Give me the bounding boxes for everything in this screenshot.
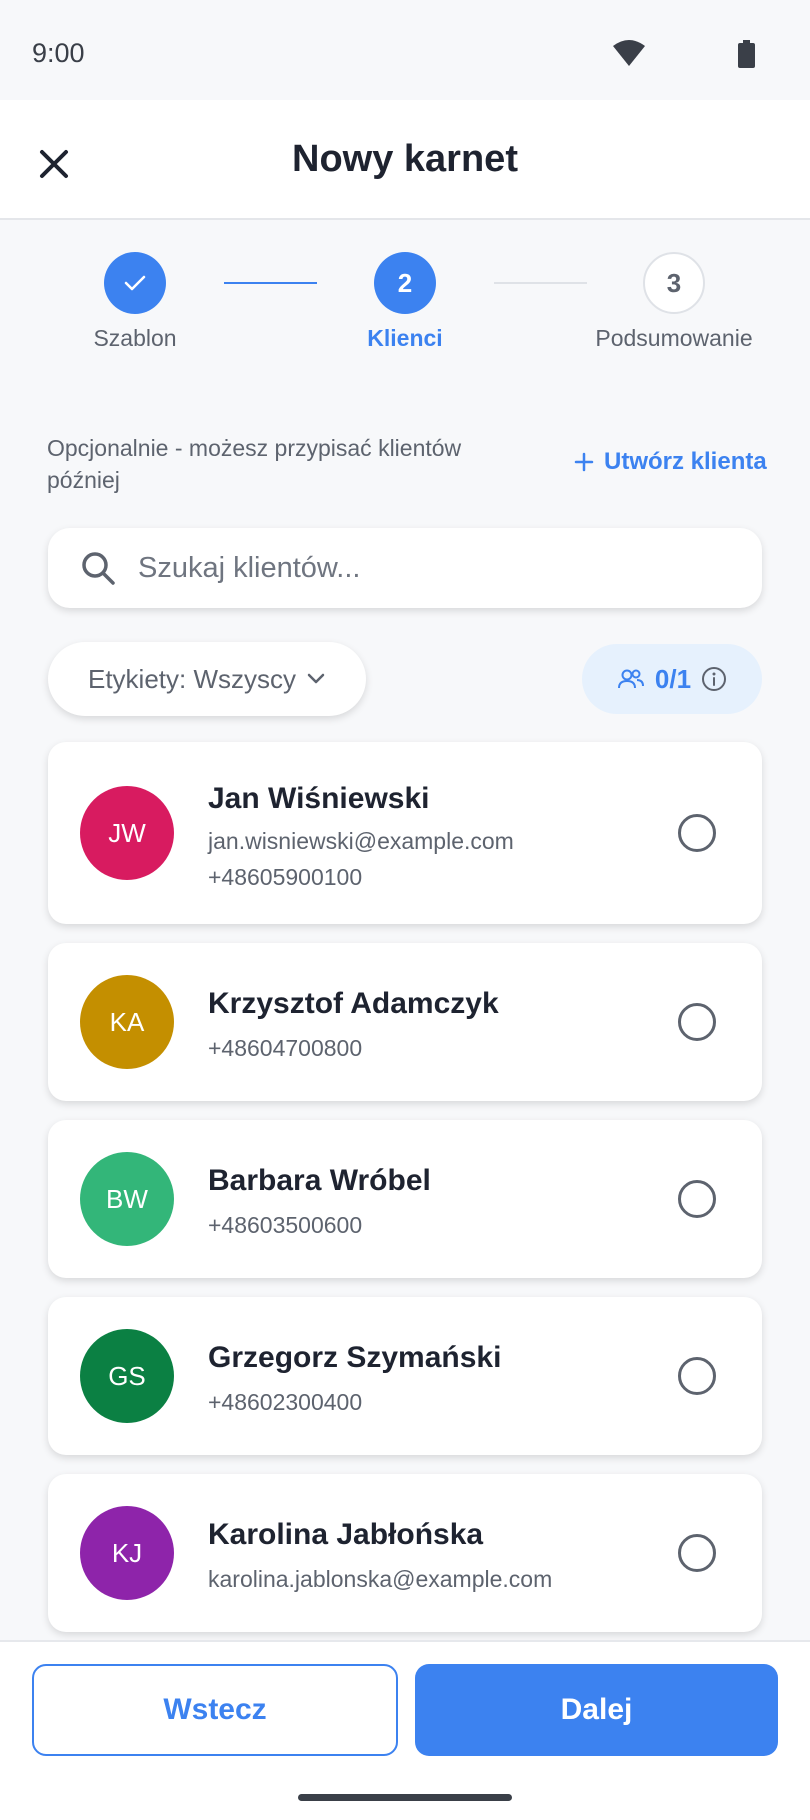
step-1-circle bbox=[104, 252, 166, 314]
avatar: KA bbox=[80, 975, 174, 1069]
client-name: Jan Wiśniewski bbox=[208, 782, 430, 815]
select-radio[interactable] bbox=[678, 1003, 716, 1041]
avatar: GS bbox=[80, 1329, 174, 1423]
client-name: Krzysztof Adamczyk bbox=[208, 987, 499, 1020]
client-phone: +48605900100 bbox=[208, 864, 363, 890]
status-time: 9:00 bbox=[32, 38, 85, 68]
chevron-down-icon bbox=[307, 673, 325, 684]
selection-count: 0/1 bbox=[654, 663, 692, 694]
users-icon bbox=[617, 669, 644, 689]
status-bar: 9:00 bbox=[0, 0, 810, 100]
avatar: BW bbox=[80, 1152, 174, 1246]
client-card-2[interactable]: KA Krzysztof Adamczyk +48604700800 bbox=[48, 943, 762, 1101]
select-radio[interactable] bbox=[678, 1180, 716, 1218]
plus-icon bbox=[574, 452, 594, 472]
client-phone: +48602300400 bbox=[208, 1389, 363, 1415]
optional-hint: Opcjonalnie - możesz przypisać klientów … bbox=[47, 435, 462, 493]
client-card-5[interactable]: KJ Karolina Jabłońska karolina.jablonska… bbox=[48, 1474, 762, 1632]
bottom-action-bar: Wstecz Dalej bbox=[0, 1640, 810, 1820]
tags-filter-label: Etykiety: Wszyscy bbox=[87, 663, 296, 694]
back-button[interactable]: Wstecz bbox=[32, 1664, 398, 1756]
search-icon bbox=[82, 552, 115, 585]
client-email: jan.wisniewski@example.com bbox=[208, 828, 514, 854]
avatar: JW bbox=[80, 786, 174, 880]
home-indicator[interactable] bbox=[298, 1794, 512, 1801]
client-phone: +48604700800 bbox=[208, 1035, 363, 1061]
step-2-circle: 2 bbox=[374, 252, 436, 314]
client-card-4[interactable]: GS Grzegorz Szymański +48602300400 bbox=[48, 1297, 762, 1455]
step-connector-1 bbox=[224, 282, 317, 284]
step-1-label: Szablon bbox=[93, 325, 177, 351]
info-icon bbox=[702, 667, 727, 691]
page-title: Nowy karnet bbox=[292, 138, 518, 180]
create-client-label: Utwórz klienta bbox=[604, 448, 767, 475]
next-button[interactable]: Dalej bbox=[415, 1664, 778, 1756]
step-3-circle: 3 bbox=[643, 252, 705, 314]
step-3-label: Podsumowanie bbox=[595, 325, 753, 351]
client-name: Karolina Jabłońska bbox=[208, 1518, 484, 1551]
create-client-button[interactable]: Utwórz klienta bbox=[574, 448, 767, 476]
avatar: KJ bbox=[80, 1506, 174, 1600]
client-name: Barbara Wróbel bbox=[208, 1164, 431, 1197]
search-box bbox=[48, 528, 762, 608]
search-input[interactable] bbox=[136, 550, 740, 586]
step-2-label: Klienci bbox=[367, 325, 443, 351]
select-radio[interactable] bbox=[678, 814, 716, 852]
client-phone: +48603500600 bbox=[208, 1212, 363, 1238]
client-name: Grzegorz Szymański bbox=[208, 1341, 502, 1374]
select-radio[interactable] bbox=[678, 1534, 716, 1572]
selection-count-badge[interactable]: 0/1 bbox=[582, 644, 762, 714]
checkmark-icon bbox=[124, 275, 146, 291]
battery-icon bbox=[738, 40, 755, 68]
wifi-icon bbox=[613, 40, 645, 66]
tags-filter-dropdown[interactable]: Etykiety: Wszyscy bbox=[48, 642, 366, 716]
client-card-1[interactable]: JW Jan Wiśniewski jan.wisniewski@example… bbox=[48, 742, 762, 924]
step-connector-2 bbox=[494, 282, 587, 284]
select-radio[interactable] bbox=[678, 1357, 716, 1395]
client-card-3[interactable]: BW Barbara Wróbel +48603500600 bbox=[48, 1120, 762, 1278]
app-header: Nowy karnet bbox=[0, 100, 810, 220]
client-email: karolina.jablonska@example.com bbox=[208, 1566, 553, 1592]
